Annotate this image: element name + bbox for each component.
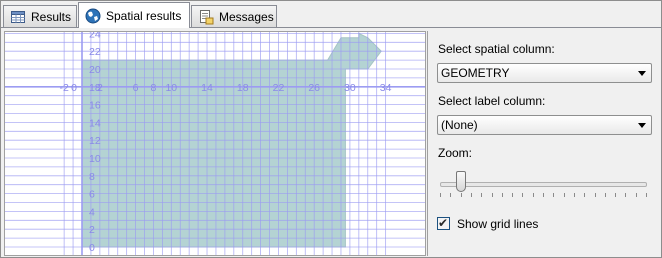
- y-tick-label: 14: [89, 117, 101, 129]
- y-tick-label: 10: [89, 153, 101, 165]
- globe-icon: [85, 8, 101, 23]
- zoom-slider-thumb[interactable]: [455, 171, 466, 192]
- y-tick-label: 8: [89, 171, 95, 183]
- tab-messages-label: Messages: [219, 9, 274, 24]
- tab-spatial-results-label: Spatial results: [106, 8, 182, 23]
- zoom-tick: [543, 193, 544, 197]
- zoom-tick: [512, 193, 514, 197]
- spatial-column-select[interactable]: GEOMETRY: [437, 63, 652, 83]
- zoom-tick: [450, 193, 452, 197]
- zoom-tick: [522, 193, 524, 197]
- zoom-tick: [563, 193, 565, 197]
- label-column-value: (None): [441, 118, 478, 132]
- zoom-tick: [646, 193, 647, 197]
- tab-strip: Results Spatial results Messages: [1, 1, 661, 28]
- zoom-tick: [470, 193, 472, 197]
- zoom-tick: [625, 193, 627, 197]
- x-tick-label: 14: [201, 82, 213, 94]
- zoom-tick: [604, 193, 606, 197]
- zoom-label: Zoom:: [438, 146, 473, 160]
- zoom-tick: [584, 193, 586, 197]
- x-tick-label: 26: [308, 82, 320, 94]
- spatial-options-panel: Select spatial column: GEOMETRY Select l…: [427, 31, 661, 256]
- x-tick-label: 6: [133, 82, 139, 94]
- zoom-slider-ticks: [440, 193, 647, 197]
- checkmark-icon: ✔: [438, 216, 449, 230]
- zoom-tick: [635, 193, 637, 197]
- y-tick-label: 24: [89, 32, 101, 40]
- x-tick-label: 8: [151, 82, 157, 94]
- zoom-tick: [573, 193, 575, 197]
- document-messages-icon: [200, 9, 214, 24]
- x-tick-label: 18: [237, 82, 249, 94]
- x-tick-label: 10: [165, 82, 177, 94]
- y-tick-label: 0: [89, 242, 95, 254]
- zoom-tick: [491, 193, 493, 197]
- zoom-tick: [532, 193, 534, 197]
- x-tick-label: 30: [344, 82, 356, 94]
- x-tick-label: 0: [71, 82, 77, 94]
- spatial-results-window: Results Spatial results Messages -2 0 2 6 8 1…: [0, 0, 662, 258]
- show-grid-lines-label[interactable]: Show grid lines: [457, 217, 538, 231]
- y-tick-label: 12: [89, 135, 101, 147]
- y-tick-label: 20: [89, 64, 101, 76]
- y-tick-label: 4: [89, 206, 95, 218]
- grid-table-icon: [11, 10, 25, 23]
- zoom-tick: [501, 193, 503, 197]
- label-column-select[interactable]: (None): [437, 115, 652, 135]
- spatial-column-value: GEOMETRY: [441, 66, 510, 80]
- zoom-tick: [440, 193, 441, 197]
- x-tick-label: -2: [59, 82, 68, 94]
- spatial-column-label: Select spatial column:: [438, 42, 555, 56]
- zoom-tick: [615, 193, 617, 197]
- y-tick-label: 16: [89, 100, 101, 112]
- zoom-tick: [553, 193, 555, 197]
- spatial-map-canvas[interactable]: -2 0 2 6 8 10 14 18 22 26 30 3424222018161412108642…: [5, 32, 425, 255]
- y-tick-label: 18: [89, 82, 101, 94]
- spatial-map-viewport[interactable]: -2 0 2 6 8 10 14 18 22 26 30 34 24 22 20 18 16 14 12 10 8 6 4 2…: [4, 31, 426, 256]
- label-column-label: Select label column:: [438, 94, 546, 108]
- zoom-slider-track[interactable]: [440, 182, 647, 187]
- zoom-tick: [481, 193, 483, 197]
- tab-messages[interactable]: Messages: [191, 5, 277, 27]
- y-tick-label: 6: [89, 189, 95, 201]
- show-grid-lines-checkbox[interactable]: ✔: [437, 216, 450, 230]
- y-tick-label: 22: [89, 46, 101, 58]
- x-tick-label: 34: [380, 82, 392, 94]
- tab-results[interactable]: Results: [3, 5, 77, 27]
- y-tick-label: 2: [89, 224, 95, 236]
- tab-results-label: Results: [31, 9, 72, 24]
- chevron-down-icon: [638, 71, 646, 76]
- tab-spatial-results[interactable]: Spatial results: [78, 2, 190, 28]
- zoom-tick: [594, 193, 596, 197]
- zoom-tick: [460, 193, 462, 197]
- x-tick-label: 22: [273, 82, 285, 94]
- chevron-down-icon: [638, 123, 646, 128]
